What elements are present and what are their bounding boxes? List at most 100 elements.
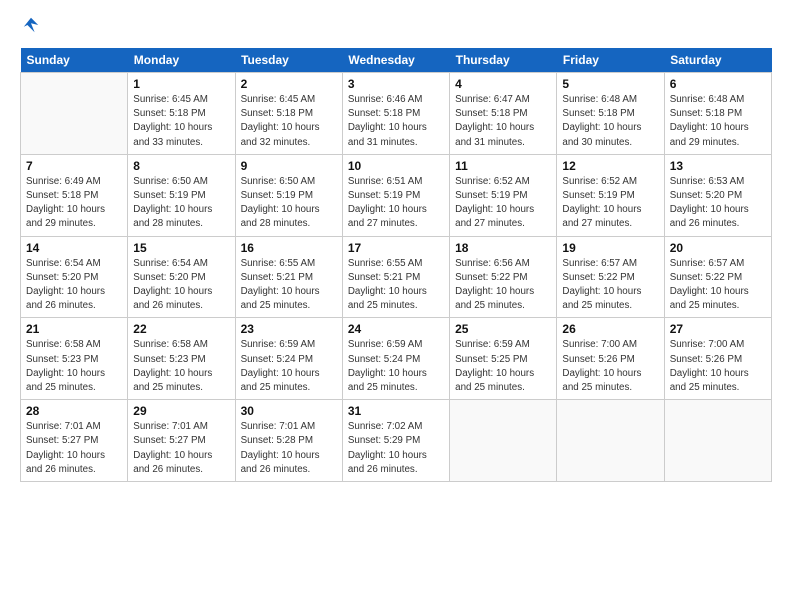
day-number: 1 (133, 77, 229, 91)
day-number: 28 (26, 404, 122, 418)
day-number: 31 (348, 404, 444, 418)
day-info: Sunrise: 6:52 AMSunset: 5:19 PMDaylight:… (562, 175, 658, 232)
calendar-cell: 12 Sunrise: 6:52 AMSunset: 5:19 PMDayligh… (557, 154, 664, 236)
day-number: 14 (26, 241, 122, 255)
calendar-week-row: 14 Sunrise: 6:54 AMSunset: 5:20 PMDayligh… (21, 236, 772, 318)
day-number: 24 (348, 322, 444, 336)
calendar-week-row: 21 Sunrise: 6:58 AMSunset: 5:23 PMDayligh… (21, 318, 772, 400)
day-number: 21 (26, 322, 122, 336)
calendar-cell: 29 Sunrise: 7:01 AMSunset: 5:27 PMDayligh… (128, 400, 235, 482)
calendar-cell: 23 Sunrise: 6:59 AMSunset: 5:24 PMDayligh… (235, 318, 342, 400)
calendar-cell: 31Sunrise: 7:02 AMSunset: 5:29 PMDayligh… (342, 400, 449, 482)
calendar-week-row: 7Sunrise: 6:49 AMSunset: 5:18 PMDaylight… (21, 154, 772, 236)
day-number: 27 (670, 322, 766, 336)
day-info: Sunrise: 7:01 AMSunset: 5:27 PMDaylight:… (26, 420, 122, 477)
calendar-cell: 25 Sunrise: 6:59 AMSunset: 5:25 PMDayligh… (450, 318, 557, 400)
day-number: 8 (133, 159, 229, 173)
header (20, 18, 772, 34)
day-info: Sunrise: 6:45 AMSunset: 5:18 PMDaylight:… (133, 93, 229, 150)
day-number: 6 (670, 77, 766, 91)
day-number: 13 (670, 159, 766, 173)
day-info: Sunrise: 7:00 AMSunset: 5:26 PMDaylight:… (670, 338, 766, 395)
day-info: Sunrise: 6:54 AMSunset: 5:20 PMDaylight:… (26, 257, 122, 314)
day-number: 18 (455, 241, 551, 255)
day-number: 9 (241, 159, 337, 173)
day-number: 15 (133, 241, 229, 255)
calendar-cell: 3 Sunrise: 6:46 AMSunset: 5:18 PMDaylight… (342, 73, 449, 155)
calendar-cell: 20 Sunrise: 6:57 AMSunset: 5:22 PMDayligh… (664, 236, 771, 318)
calendar-cell: 27 Sunrise: 7:00 AMSunset: 5:26 PMDayligh… (664, 318, 771, 400)
calendar-cell: 9 Sunrise: 6:50 AMSunset: 5:19 PMDaylight… (235, 154, 342, 236)
day-info: Sunrise: 6:48 AMSunset: 5:18 PMDaylight:… (670, 93, 766, 150)
col-header-monday: Monday (128, 48, 235, 73)
calendar-week-row: 1 Sunrise: 6:45 AMSunset: 5:18 PMDaylight… (21, 73, 772, 155)
day-number: 29 (133, 404, 229, 418)
calendar-cell: 26Sunrise: 7:00 AMSunset: 5:26 PMDayligh… (557, 318, 664, 400)
logo (20, 18, 40, 34)
calendar-header-row: SundayMondayTuesdayWednesdayThursdayFrid… (21, 48, 772, 73)
day-info: Sunrise: 6:50 AMSunset: 5:19 PMDaylight:… (241, 175, 337, 232)
calendar-cell: 15 Sunrise: 6:54 AMSunset: 5:20 PMDayligh… (128, 236, 235, 318)
day-number: 3 (348, 77, 444, 91)
calendar-cell: 22Sunrise: 6:58 AMSunset: 5:23 PMDayligh… (128, 318, 235, 400)
day-number: 23 (241, 322, 337, 336)
calendar-table: SundayMondayTuesdayWednesdayThursdayFrid… (20, 48, 772, 482)
calendar-week-row: 28 Sunrise: 7:01 AMSunset: 5:27 PMDayligh… (21, 400, 772, 482)
calendar-cell: 18 Sunrise: 6:56 AMSunset: 5:22 PMDayligh… (450, 236, 557, 318)
day-number: 20 (670, 241, 766, 255)
col-header-friday: Friday (557, 48, 664, 73)
day-info: Sunrise: 6:59 AMSunset: 5:24 PMDaylight:… (241, 338, 337, 395)
day-info: Sunrise: 6:57 AMSunset: 5:22 PMDaylight:… (562, 257, 658, 314)
calendar-cell: 7Sunrise: 6:49 AMSunset: 5:18 PMDaylight… (21, 154, 128, 236)
calendar-cell: 28 Sunrise: 7:01 AMSunset: 5:27 PMDayligh… (21, 400, 128, 482)
day-info: Sunrise: 6:59 AMSunset: 5:25 PMDaylight:… (455, 338, 551, 395)
col-header-saturday: Saturday (664, 48, 771, 73)
day-number: 11 (455, 159, 551, 173)
day-number: 12 (562, 159, 658, 173)
day-info: Sunrise: 6:58 AMSunset: 5:23 PMDaylight:… (26, 338, 122, 395)
calendar-cell: 21 Sunrise: 6:58 AMSunset: 5:23 PMDayligh… (21, 318, 128, 400)
day-number: 2 (241, 77, 337, 91)
calendar-cell: 14 Sunrise: 6:54 AMSunset: 5:20 PMDayligh… (21, 236, 128, 318)
col-header-tuesday: Tuesday (235, 48, 342, 73)
col-header-sunday: Sunday (21, 48, 128, 73)
calendar-cell: 17Sunrise: 6:55 AMSunset: 5:21 PMDayligh… (342, 236, 449, 318)
day-info: Sunrise: 7:00 AMSunset: 5:26 PMDaylight:… (562, 338, 658, 395)
calendar-cell: 19 Sunrise: 6:57 AMSunset: 5:22 PMDayligh… (557, 236, 664, 318)
day-number: 30 (241, 404, 337, 418)
calendar-cell (664, 400, 771, 482)
calendar-cell: 24 Sunrise: 6:59 AMSunset: 5:24 PMDayligh… (342, 318, 449, 400)
logo-bird-icon (22, 16, 40, 34)
day-info: Sunrise: 6:45 AMSunset: 5:18 PMDaylight:… (241, 93, 337, 150)
calendar-cell: 5Sunrise: 6:48 AMSunset: 5:18 PMDaylight… (557, 73, 664, 155)
col-header-thursday: Thursday (450, 48, 557, 73)
day-info: Sunrise: 6:59 AMSunset: 5:24 PMDaylight:… (348, 338, 444, 395)
day-info: Sunrise: 6:52 AMSunset: 5:19 PMDaylight:… (455, 175, 551, 232)
day-info: Sunrise: 6:48 AMSunset: 5:18 PMDaylight:… (562, 93, 658, 150)
day-info: Sunrise: 6:50 AMSunset: 5:19 PMDaylight:… (133, 175, 229, 232)
day-info: Sunrise: 6:57 AMSunset: 5:22 PMDaylight:… (670, 257, 766, 314)
calendar-cell: 8 Sunrise: 6:50 AMSunset: 5:19 PMDaylight… (128, 154, 235, 236)
day-info: Sunrise: 7:01 AMSunset: 5:27 PMDaylight:… (133, 420, 229, 477)
calendar-cell: 30Sunrise: 7:01 AMSunset: 5:28 PMDayligh… (235, 400, 342, 482)
day-number: 22 (133, 322, 229, 336)
day-info: Sunrise: 6:54 AMSunset: 5:20 PMDaylight:… (133, 257, 229, 314)
day-number: 25 (455, 322, 551, 336)
calendar-cell (21, 73, 128, 155)
day-number: 16 (241, 241, 337, 255)
col-header-wednesday: Wednesday (342, 48, 449, 73)
calendar-cell: 1 Sunrise: 6:45 AMSunset: 5:18 PMDaylight… (128, 73, 235, 155)
day-info: Sunrise: 6:47 AMSunset: 5:18 PMDaylight:… (455, 93, 551, 150)
day-info: Sunrise: 6:55 AMSunset: 5:21 PMDaylight:… (241, 257, 337, 314)
day-info: Sunrise: 6:51 AMSunset: 5:19 PMDaylight:… (348, 175, 444, 232)
day-number: 19 (562, 241, 658, 255)
day-info: Sunrise: 6:46 AMSunset: 5:18 PMDaylight:… (348, 93, 444, 150)
day-number: 10 (348, 159, 444, 173)
day-info: Sunrise: 6:56 AMSunset: 5:22 PMDaylight:… (455, 257, 551, 314)
page: SundayMondayTuesdayWednesdayThursdayFrid… (0, 0, 792, 612)
calendar-cell: 11 Sunrise: 6:52 AMSunset: 5:19 PMDayligh… (450, 154, 557, 236)
calendar-cell: 10 Sunrise: 6:51 AMSunset: 5:19 PMDayligh… (342, 154, 449, 236)
calendar-cell (450, 400, 557, 482)
calendar-cell (557, 400, 664, 482)
calendar-cell: 13Sunrise: 6:53 AMSunset: 5:20 PMDayligh… (664, 154, 771, 236)
